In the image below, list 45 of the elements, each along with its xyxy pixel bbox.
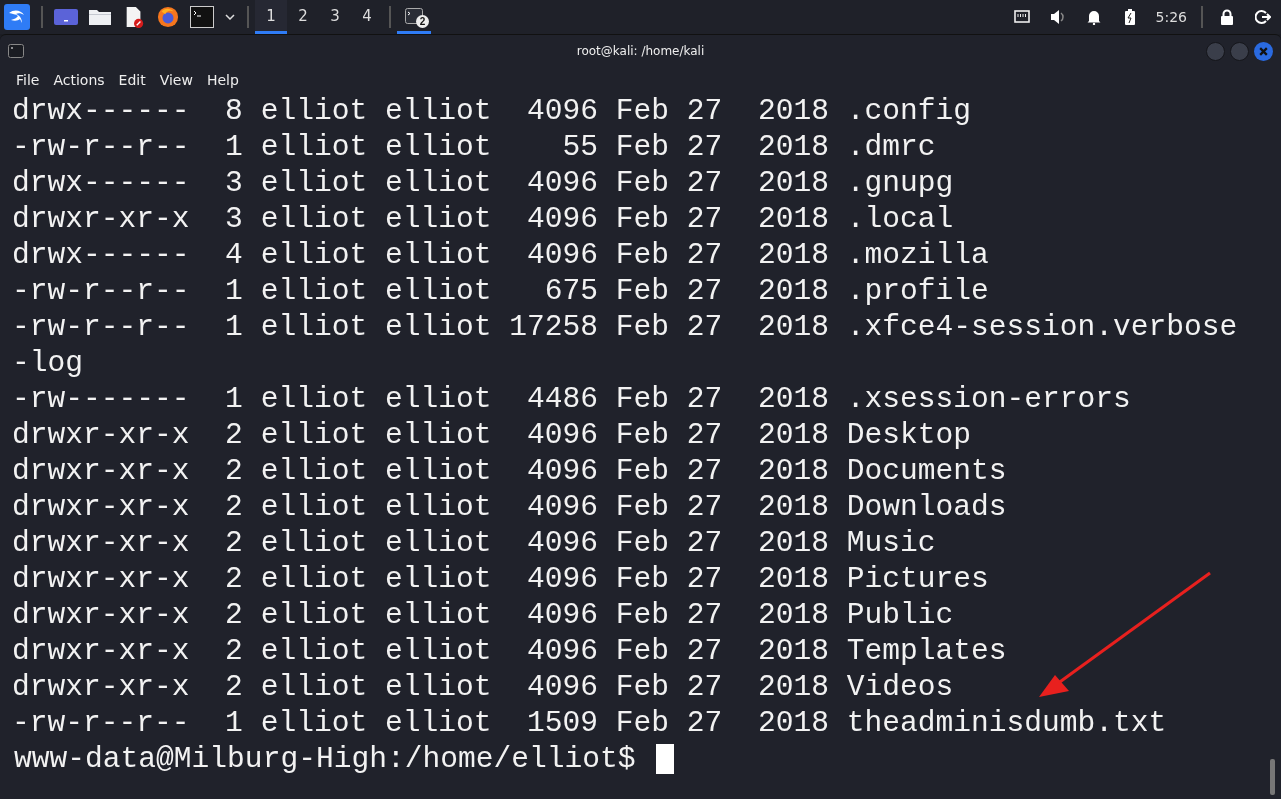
terminal-line: drwxr-xr-x 2 elliot elliot 4096 Feb 27 2018 Pictures bbox=[12, 561, 990, 597]
close-button[interactable] bbox=[1254, 41, 1273, 61]
menu-item[interactable]: Help bbox=[206, 72, 239, 88]
terminal-line: -rw-r--r-- 1 elliot elliot 17258 Feb 27 2018 .xfce4-session.verbose-log bbox=[12, 309, 1238, 381]
menu-item[interactable]: File bbox=[16, 72, 40, 88]
text-cursor bbox=[655, 744, 674, 774]
menu-item[interactable]: Edit bbox=[118, 72, 146, 88]
shell-prompt: www-data@Milburg-High:/home/elliot$ bbox=[13, 741, 636, 777]
network-icon[interactable] bbox=[1013, 9, 1030, 25]
terminal-line: drwxr-xr-x 2 elliot elliot 4096 Feb 27 2018 Downloads bbox=[12, 489, 1008, 525]
desktop-icon[interactable] bbox=[54, 6, 78, 28]
terminal-line: -rw-r--r-- 1 elliot elliot 1509 Feb 27 2018 theadminisdumb.txt bbox=[12, 705, 1168, 741]
terminal-icon bbox=[405, 7, 423, 24]
terminal-line: drwxr-xr-x 2 elliot elliot 4096 Feb 27 2018 Music bbox=[12, 525, 937, 561]
bell-icon[interactable] bbox=[1085, 9, 1102, 25]
terminal-line: -rw------- 1 elliot elliot 4486 Feb 27 2018 .xsession-errors bbox=[12, 381, 1132, 417]
clock[interactable]: 5:26 bbox=[1155, 9, 1187, 25]
window-count-badge: 2 bbox=[416, 15, 429, 28]
scrollbar-thumb[interactable] bbox=[1270, 759, 1275, 795]
browser-icon[interactable] bbox=[156, 6, 180, 28]
terminal-line: -rw-r--r-- 1 elliot elliot 675 Feb 27 2018 .profile bbox=[12, 273, 990, 309]
workspace-tab[interactable]: 4 bbox=[351, 0, 383, 34]
workspace-tab[interactable]: 2 bbox=[287, 0, 319, 34]
terminal-line: drwxr-xr-x 2 elliot elliot 4096 Feb 27 2018 Desktop bbox=[12, 417, 972, 453]
terminal-line: -rw-r--r-- 1 elliot elliot 55 Feb 27 2018 .dmrc bbox=[12, 129, 937, 165]
workspace-tab[interactable]: 1 bbox=[255, 0, 287, 34]
menu-item[interactable]: View bbox=[159, 72, 193, 88]
terminal-icon[interactable] bbox=[190, 6, 214, 28]
lock-icon[interactable] bbox=[1219, 9, 1235, 25]
workspace-tab[interactable]: 3 bbox=[319, 0, 351, 34]
caret-icon[interactable] bbox=[225, 14, 235, 20]
terminal-line: drwx------ 3 elliot elliot 4096 Feb 27 2018 .gnupg bbox=[12, 165, 955, 201]
logout-icon[interactable] bbox=[1255, 9, 1271, 25]
terminal-line: drwx------ 8 elliot elliot 4096 Feb 27 2018 .config bbox=[12, 93, 972, 129]
terminal-line: drwxr-xr-x 2 elliot elliot 4096 Feb 27 2018 Public bbox=[12, 597, 955, 633]
dragon-logo-icon[interactable] bbox=[4, 4, 30, 30]
terminal-line: drwxr-xr-x 2 elliot elliot 4096 Feb 27 2018 Videos bbox=[12, 669, 955, 705]
volume-icon[interactable] bbox=[1049, 9, 1066, 25]
terminal-line: drwxr-xr-x 2 elliot elliot 4096 Feb 27 2018 Documents bbox=[12, 453, 1008, 489]
terminal-line: drwxr-xr-x 2 elliot elliot 4096 Feb 27 2018 Templates bbox=[12, 633, 1008, 669]
window-title: root@kali: /home/kali bbox=[576, 44, 705, 58]
menu-item[interactable]: Actions bbox=[53, 72, 105, 88]
terminal-line: drwxr-xr-x 3 elliot elliot 4096 Feb 27 2018 .local bbox=[12, 201, 955, 237]
terminal-icon bbox=[8, 44, 24, 58]
terminal-line: drwx------ 4 elliot elliot 4096 Feb 27 2018 .mozilla bbox=[12, 237, 990, 273]
